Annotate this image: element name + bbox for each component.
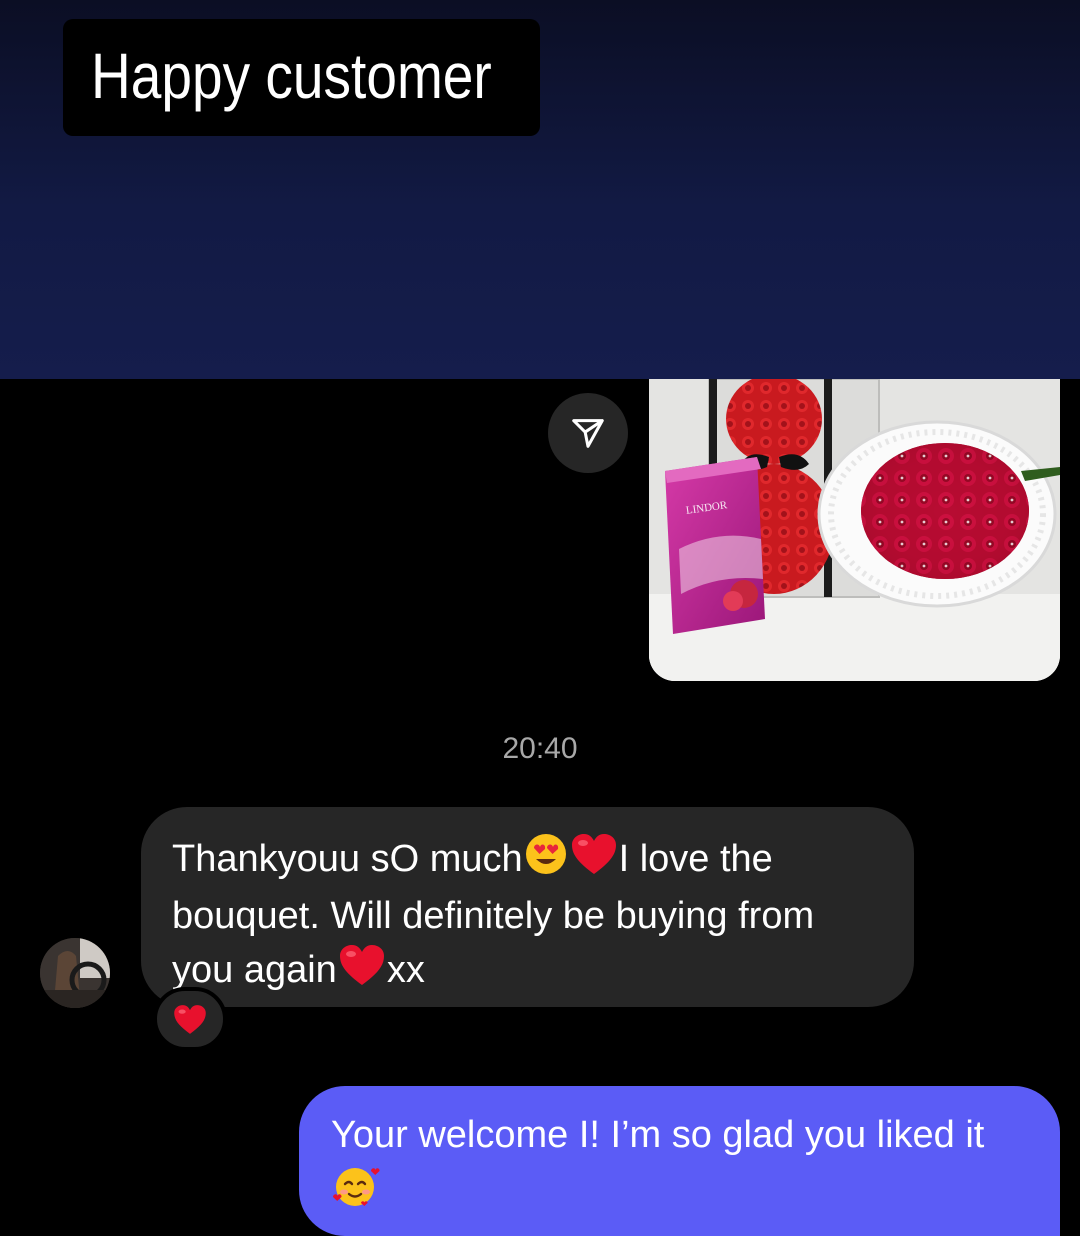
outgoing-message-bubble[interactable]: Your welcome I! I’m so glad you liked it (299, 1086, 1060, 1236)
photo-image: LINDOR (649, 379, 1060, 681)
red-heart-emoji-icon (569, 831, 619, 891)
story-caption-text: Happy customer (91, 40, 492, 112)
red-heart-reaction-icon (174, 1004, 206, 1034)
red-heart-emoji-icon (337, 942, 387, 1002)
incoming-line1-a: Thankyouu sO much (172, 838, 523, 880)
share-button[interactable] (548, 393, 628, 473)
incoming-line1-b: I love the (618, 838, 773, 880)
sender-avatar[interactable] (40, 938, 110, 1008)
story-header: Happy customer (0, 0, 1080, 379)
incoming-line3-b: xx (386, 949, 425, 991)
photo-message[interactable]: LINDOR (649, 379, 1060, 681)
avatar-image (40, 938, 110, 1008)
incoming-message-bubble[interactable]: Thankyouu sO much I love the bouquet. Wil… (141, 807, 914, 1007)
outgoing-line1: Your welcome I! I’m so glad you liked it (331, 1114, 985, 1156)
smiling-face-with-hearts-emoji-icon (331, 1161, 381, 1223)
story-caption-box: Happy customer (63, 19, 540, 136)
message-timestamp: 20:40 (502, 732, 578, 765)
incoming-line3-a: you again (172, 949, 337, 991)
incoming-message-text: Thankyouu sO much I love the bouquet. Wil… (172, 831, 880, 1002)
incoming-line2: bouquet. Will definitely be buying from (172, 895, 815, 937)
outgoing-message-text: Your welcome I! I’m so glad you liked it (331, 1110, 1030, 1223)
message-reaction[interactable] (153, 987, 227, 1051)
heart-eyes-emoji-icon (523, 831, 569, 891)
paper-plane-icon (572, 419, 604, 448)
